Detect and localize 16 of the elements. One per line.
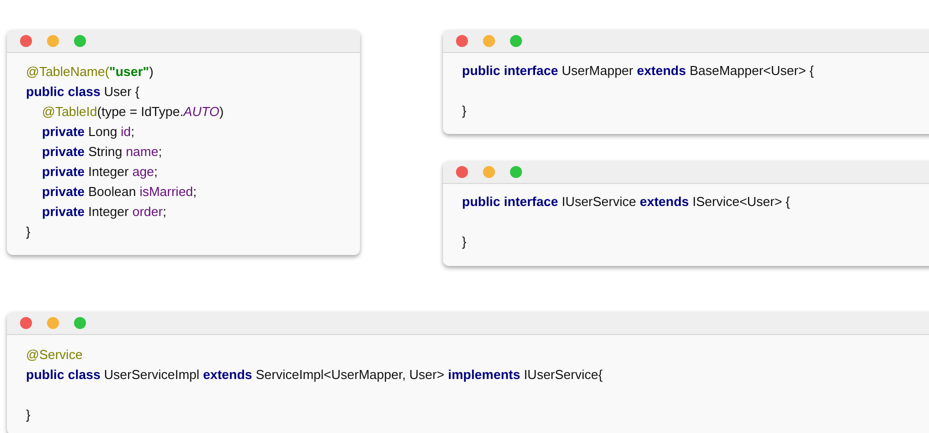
code-line: } [26, 223, 30, 241]
code-line: private Integer age; [42, 163, 158, 181]
code-line: @TableId(type = IdType.AUTO) [42, 103, 224, 121]
code-line: public class User { [26, 83, 140, 101]
code-line: private Integer order; [42, 203, 166, 221]
code-line: private String name; [42, 143, 162, 161]
code-line: public class UserServiceImpl extends ServiceImpl<UserMapper, User> implements IUserService{ [26, 366, 603, 384]
code-line: @TableName("user") [26, 63, 154, 81]
code-line: public interface IUserService extends IService<User> { [462, 193, 790, 211]
code-line: private Boolean isMarried; [42, 183, 197, 201]
code-line: public interface UserMapper extends BaseMapper<User> { [462, 62, 814, 80]
code-line: } [462, 233, 466, 251]
code-line: @Service [26, 346, 83, 364]
code-line: } [462, 102, 466, 120]
code-line: private Long id; [42, 123, 135, 141]
code-line: } [26, 406, 30, 424]
